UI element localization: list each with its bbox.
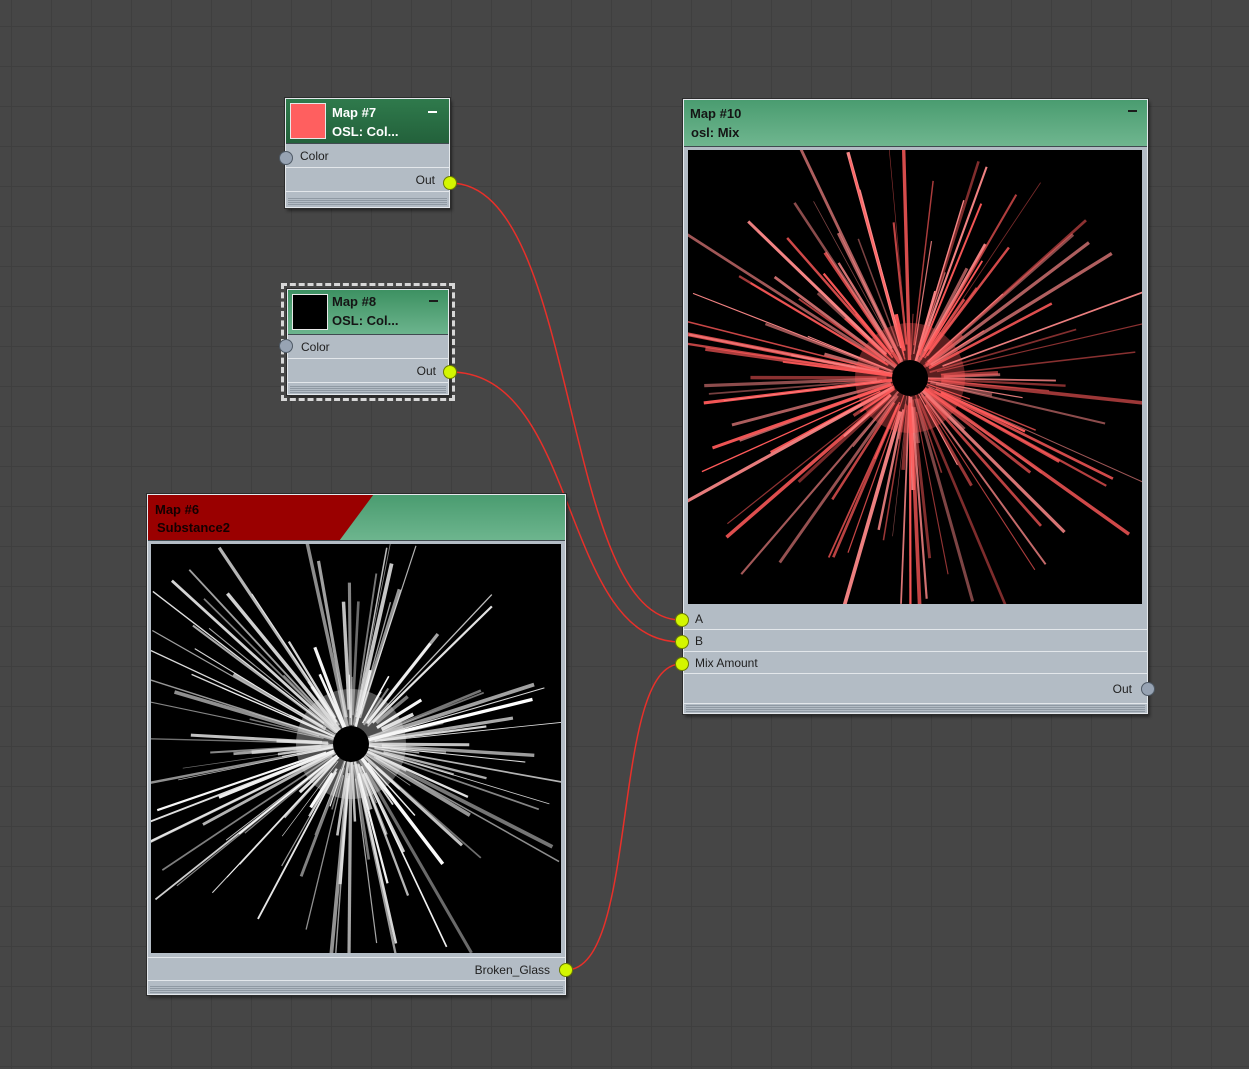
color-swatch <box>292 294 328 330</box>
output-socket-out[interactable] <box>1141 682 1155 696</box>
port-b: B <box>684 630 1147 652</box>
port-label: A <box>695 612 704 626</box>
input-socket-color[interactable] <box>279 151 293 165</box>
texture-preview <box>151 544 561 953</box>
port-broken-glass: Broken_Glass <box>148 957 565 981</box>
port-label: Out <box>415 173 435 187</box>
node-map10[interactable]: Map #10 osl: Mix A B Mix Amount Out <box>683 99 1148 714</box>
input-socket-mix-amount[interactable] <box>675 657 689 671</box>
starburst-rays <box>151 544 561 953</box>
node-title: Map #8 <box>332 294 377 309</box>
node-header[interactable]: Map #10 osl: Mix <box>684 100 1147 147</box>
port-out: Out <box>286 168 449 192</box>
node-subtitle: Substance2 <box>157 520 230 535</box>
node-title: Map #7 <box>332 105 377 120</box>
node-title: Map #6 <box>155 502 200 517</box>
port-label: Color <box>300 149 329 163</box>
broken-glass-preview-image <box>151 544 561 953</box>
mix-preview-image <box>688 150 1142 604</box>
node-header[interactable]: Map #6 Substance2 <box>148 495 565 541</box>
output-socket-broken-glass[interactable] <box>559 963 573 977</box>
node-subtitle: OSL: Col... <box>332 124 399 139</box>
port-out: Out <box>684 674 1147 704</box>
port-a: A <box>684 608 1147 630</box>
port-label: Mix Amount <box>695 656 758 670</box>
node-header[interactable]: Map #8 OSL: Col... <box>288 290 448 335</box>
port-mix-amount: Mix Amount <box>684 652 1147 674</box>
inputs-list: A B Mix Amount Out <box>684 608 1147 704</box>
collapse-icon[interactable] <box>1128 110 1137 112</box>
input-socket-b[interactable] <box>675 635 689 649</box>
wire-map6-to-mix-amount <box>565 663 682 971</box>
texture-preview <box>688 150 1142 604</box>
port-label: B <box>695 634 704 648</box>
port-label: Out <box>1112 682 1132 696</box>
input-socket-a[interactable] <box>675 613 689 627</box>
port-color: Color <box>288 335 448 359</box>
node-map7[interactable]: Map #7 OSL: Col... Color Out <box>285 98 450 208</box>
resize-grip[interactable] <box>150 985 563 993</box>
resize-grip[interactable] <box>288 197 447 205</box>
node-map6[interactable]: Map #6 Substance2 Broken_Glass <box>147 494 566 995</box>
output-socket-out[interactable] <box>443 176 457 190</box>
resize-grip[interactable] <box>290 385 446 393</box>
port-label: Color <box>301 340 330 354</box>
color-swatch <box>290 103 326 139</box>
collapse-icon[interactable] <box>429 300 438 302</box>
port-label: Broken_Glass <box>474 963 550 977</box>
node-header[interactable]: Map #7 OSL: Col... <box>286 99 449 144</box>
node-map8[interactable]: Map #8 OSL: Col... Color Out <box>281 283 455 401</box>
collapse-icon[interactable] <box>428 111 437 113</box>
port-label: Out <box>416 364 436 378</box>
node-subtitle: osl: Mix <box>691 125 740 140</box>
port-color: Color <box>286 144 449 168</box>
output-socket-out[interactable] <box>443 365 457 379</box>
node-title: Map #10 <box>690 106 742 121</box>
starburst-rays <box>688 150 1142 604</box>
resize-grip[interactable] <box>686 704 1145 712</box>
input-socket-color[interactable] <box>279 339 293 353</box>
port-out: Out <box>288 359 448 383</box>
node-subtitle: OSL: Col... <box>332 313 399 328</box>
